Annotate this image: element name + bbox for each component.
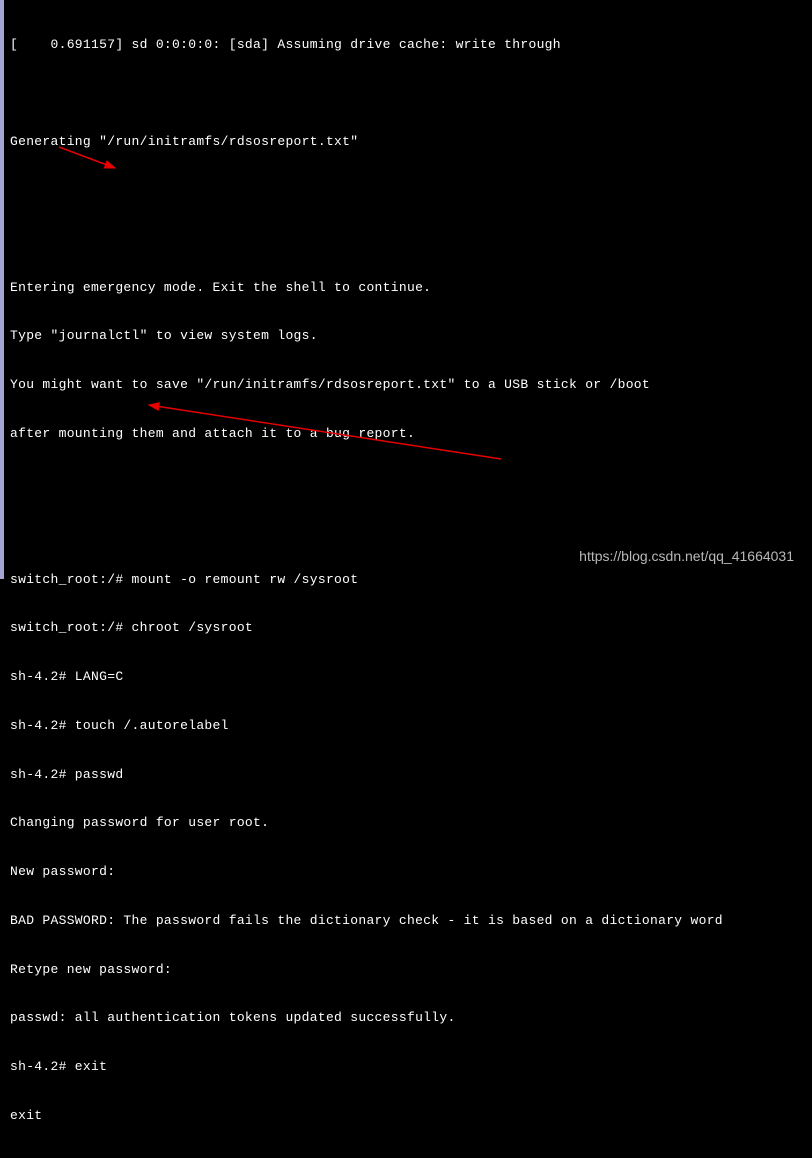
- terminal-output: [ 0.691157] sd 0:0:0:0: [sda] Assuming d…: [10, 4, 806, 1158]
- terminal-line: after mounting them and attach it to a b…: [10, 426, 806, 442]
- terminal-line: [10, 183, 806, 199]
- terminal-line: sh-4.2# LANG=C: [10, 669, 806, 685]
- terminal-line: passwd: all authentication tokens update…: [10, 1010, 806, 1026]
- terminal-line: [10, 475, 806, 491]
- terminal-line: Generating "/run/initramfs/rdsosreport.t…: [10, 134, 806, 150]
- terminal-line: switch_root:/# mount -o remount rw /sysr…: [10, 572, 806, 588]
- terminal-line: switch_root:/#: [10, 1157, 806, 1158]
- terminal-line: New password:: [10, 864, 806, 880]
- watermark-text: https://blog.csdn.net/qq_41664031: [579, 548, 794, 566]
- terminal-line: sh-4.2# touch /.autorelabel: [10, 718, 806, 734]
- terminal-line: BAD PASSWORD: The password fails the dic…: [10, 913, 806, 929]
- terminal-line: Changing password for user root.: [10, 815, 806, 831]
- terminal-line: [10, 523, 806, 539]
- terminal-line: sh-4.2# passwd: [10, 767, 806, 783]
- terminal-line: [10, 231, 806, 247]
- terminal-line: exit: [10, 1108, 806, 1124]
- terminal-line: Retype new password:: [10, 962, 806, 978]
- terminal-line: Entering emergency mode. Exit the shell …: [10, 280, 806, 296]
- terminal-line: switch_root:/# chroot /sysroot: [10, 620, 806, 636]
- terminal-line: [ 0.691157] sd 0:0:0:0: [sda] Assuming d…: [10, 37, 806, 53]
- terminal-line: [10, 85, 806, 101]
- terminal-line: You might want to save "/run/initramfs/r…: [10, 377, 806, 393]
- terminal-line: Type "journalctl" to view system logs.: [10, 328, 806, 344]
- terminal-line: sh-4.2# exit: [10, 1059, 806, 1075]
